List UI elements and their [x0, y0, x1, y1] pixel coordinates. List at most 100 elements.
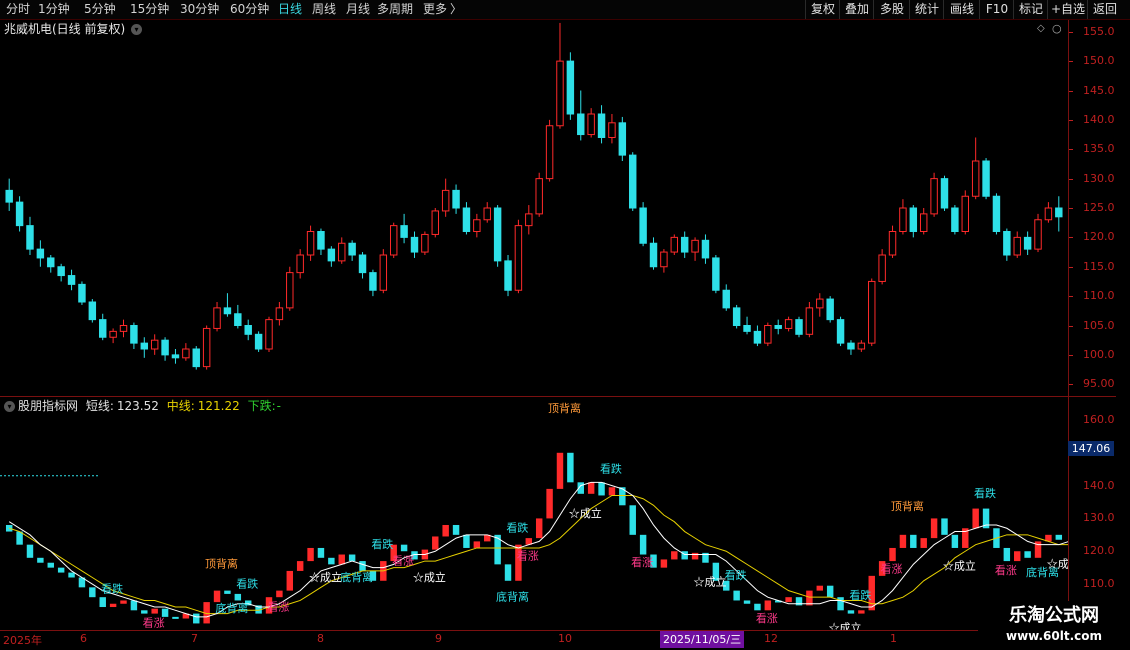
f10-button[interactable]: F10 [979, 0, 1014, 19]
watch-down-label: 看跌 [506, 521, 528, 535]
candle-body [26, 225, 34, 250]
indicator-bar [743, 600, 751, 604]
indicator-bar [141, 610, 148, 614]
candle-body [680, 236, 689, 253]
candle-body [389, 225, 398, 256]
candle-body [701, 239, 710, 259]
candle-body [660, 251, 668, 268]
chevron-down-icon[interactable]: ▾ [131, 24, 143, 35]
indicator-bar [109, 603, 117, 608]
price-tick-label: 100.0 [1083, 347, 1115, 361]
add-favorite-button[interactable]: +自选 [1047, 0, 1088, 19]
price-tick [1069, 384, 1073, 386]
circle-icon[interactable]: ○ [1052, 22, 1062, 35]
indicator-bar [764, 600, 772, 611]
multi-stock-button[interactable]: 多股 [873, 0, 910, 19]
confirmed-label: ☆成立 [309, 570, 342, 584]
candle-body [223, 307, 232, 315]
candle-body [47, 257, 55, 268]
candle-body [764, 325, 772, 344]
candle-body [244, 325, 252, 335]
candle-body [836, 319, 845, 344]
indicator-bar [348, 554, 356, 562]
chevron-right-icon[interactable]: 〉 [450, 2, 462, 17]
draw-line-button[interactable]: 画线 [943, 0, 980, 19]
candle-body [722, 289, 730, 309]
candle-body [951, 207, 959, 232]
date-label: 1 [890, 632, 897, 645]
candle-body [5, 189, 13, 203]
candlestick-panel[interactable] [0, 20, 1068, 396]
indicator-bar [941, 518, 948, 535]
candle-body [597, 113, 606, 138]
candle-body [514, 225, 523, 291]
top-divergence-label: 顶背离 [891, 499, 924, 513]
indicator-bar [691, 552, 699, 560]
mark-button[interactable]: 标记 [1013, 0, 1048, 19]
watch-up-label: 看涨 [143, 616, 165, 630]
indicator-bar [68, 572, 75, 578]
confirmed-label: ☆成立 [943, 558, 976, 572]
candle-body [410, 236, 419, 253]
indicator-bar [629, 505, 636, 535]
indicator-bar [567, 452, 574, 483]
candle-body [192, 348, 200, 368]
watch-up-label: 看涨 [517, 548, 539, 562]
confirmed-label: ☆成立 [413, 570, 446, 584]
candle-body [743, 325, 751, 332]
watch-up-label: 看涨 [995, 563, 1017, 577]
candle-body [691, 239, 699, 253]
bottom-divergence-label: 底背离 [340, 570, 373, 584]
diamond-icon[interactable]: ◇ [1037, 23, 1045, 34]
candle-body [618, 122, 627, 156]
indicator-panel[interactable]: 顶背离 顶背离 顶背离 底背离 底背离 底背离 底背离 看跌 看跌 看跌 看跌 看跌 看跌 看跌 看跌 看涨看… [0, 397, 1080, 648]
candle-body [234, 313, 242, 326]
watch-down-label: 看跌 [600, 461, 622, 475]
tab-weekly[interactable]: 周线 [312, 2, 336, 17]
indicator-tick-label: 130.0 [1083, 511, 1115, 525]
candle-body [868, 280, 876, 344]
indicator-bar [161, 608, 169, 617]
tab-5min[interactable]: 5分钟 [84, 2, 116, 17]
indicator-bar [57, 567, 65, 573]
top-divergence-label: 顶背离 [205, 557, 238, 571]
candle-body [473, 219, 481, 232]
overlay-button[interactable]: 叠加 [839, 0, 874, 19]
tab-monthly[interactable]: 月线 [346, 2, 370, 17]
candle-body [182, 348, 190, 359]
date-label: 8 [317, 632, 324, 645]
candle-body [826, 298, 834, 321]
tab-60min[interactable]: 60分钟 [230, 2, 269, 17]
tab-daily[interactable]: 日线 [278, 2, 302, 17]
indicator-bar [608, 487, 616, 496]
tab-multi-period[interactable]: 多周期 [377, 2, 413, 17]
tab-15min[interactable]: 15分钟 [130, 2, 169, 17]
tab-more[interactable]: 更多 [423, 2, 447, 17]
restore-rights-button[interactable]: 复权 [805, 0, 840, 19]
back-button[interactable]: 返回 [1087, 0, 1122, 19]
candle-body [629, 154, 637, 209]
tab-intraday[interactable]: 分时 [6, 2, 30, 17]
price-tick-label: 120.0 [1083, 230, 1115, 244]
candle-body [670, 236, 679, 253]
indicator-bar [172, 616, 179, 619]
statistics-button[interactable]: 统计 [909, 0, 944, 19]
indicator-title: ▾ 股朋指标网 短线: 123.52 中线: 121.22 下跌:- [4, 399, 281, 413]
candle-body [109, 330, 117, 338]
indicator-bar [754, 603, 761, 611]
candle-body [213, 307, 221, 329]
indicator-bar [296, 561, 304, 571]
tab-1min[interactable]: 1分钟 [38, 2, 70, 17]
tab-30min[interactable]: 30分钟 [180, 2, 219, 17]
price-tick-label: 110.0 [1083, 289, 1115, 303]
candle-body [753, 330, 762, 344]
candle-body [296, 254, 304, 274]
confirmed-label: ☆成立 [569, 506, 602, 520]
watch-down-label: 看跌 [725, 568, 747, 582]
indicator-menu-icon[interactable]: ▾ [4, 401, 15, 412]
indicator-bar [587, 482, 595, 494]
indicator-bar [307, 547, 314, 562]
candle-body [878, 254, 886, 282]
indicator-bar [889, 547, 896, 562]
indicator-bar [328, 557, 335, 565]
